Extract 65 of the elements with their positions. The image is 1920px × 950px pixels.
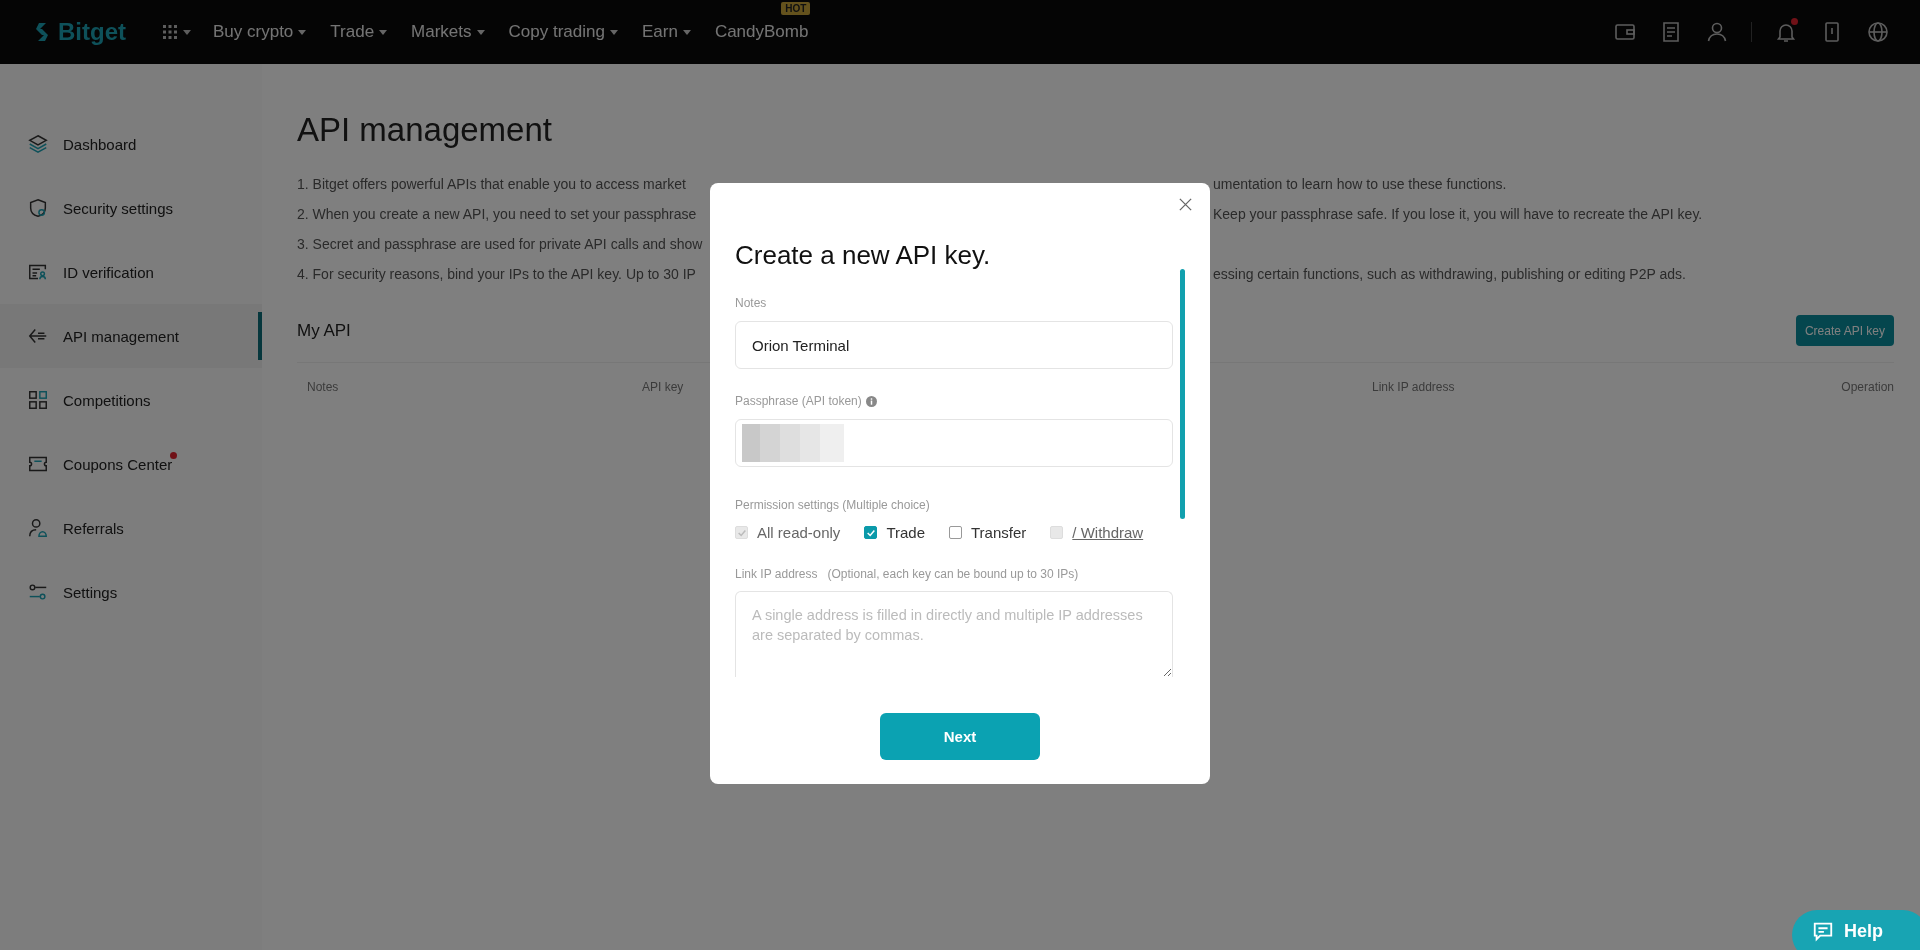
create-api-key-button[interactable]: Create API key: [1795, 315, 1894, 346]
close-icon[interactable]: [1178, 197, 1193, 212]
hot-badge: HOT: [781, 2, 811, 15]
column-header: Notes: [307, 380, 339, 394]
intro-text: 4. For security reasons, bind your IPs to the API key. Up to 30 IP: [297, 266, 697, 282]
intro-text: 2. When you create a new API, you need to set your passphrase: [297, 206, 698, 222]
user-icon[interactable]: [1705, 20, 1729, 44]
field-hint: (Optional, each key can be bound up to 30 IPs): [827, 566, 1079, 582]
info-icon[interactable]: [865, 395, 877, 407]
grid-icon: [162, 24, 178, 40]
sidebar-item[interactable]: Referrals: [0, 496, 262, 560]
nav-link[interactable]: Buy crypto: [213, 22, 307, 42]
apps-menu[interactable]: [162, 24, 191, 40]
column-header: API key: [642, 380, 684, 394]
layers-icon: [27, 133, 49, 155]
shield-icon: [27, 197, 49, 219]
grid-icon: [27, 389, 49, 411]
caret-icon: [183, 29, 191, 35]
caret-icon: [298, 29, 307, 35]
ip-address-field[interactable]: A single address is filled in directly and multiple IP addresses are separated by commas.: [735, 591, 1173, 677]
sidebar-item[interactable]: Dashboard: [0, 112, 262, 176]
column-header: Link IP address: [1372, 380, 1455, 394]
people-icon: [27, 517, 49, 539]
caret-icon: [682, 29, 691, 35]
intro-text: 1. Bitget offers powerful APIs that enable you to access market: [297, 176, 687, 192]
caret-icon: [476, 29, 485, 35]
globe-icon[interactable]: [1866, 20, 1890, 44]
permission-checkbox[interactable]: Transfer: [949, 524, 1027, 541]
sidebar-item[interactable]: Coupons Center: [0, 432, 262, 496]
intro-text: Keep your passphrase safe. If you lose it, you will have to recreate the API key.: [1213, 206, 1703, 222]
field-label: Permission settings (Multiple choice): [735, 497, 931, 513]
sidebar-item[interactable]: Competitions: [0, 368, 262, 432]
field-value: Orion Terminal: [752, 336, 850, 354]
nav-link[interactable]: Earn: [641, 22, 691, 42]
sliders-icon: [27, 581, 49, 603]
checkbox[interactable]: [949, 526, 962, 539]
chat-icon: [1812, 920, 1834, 942]
sidebar-item[interactable]: Security settings: [0, 176, 262, 240]
field-label: Link IP address: [735, 566, 818, 582]
field-label: Notes: [735, 295, 768, 311]
nav-link[interactable]: CandyBomb: [714, 22, 809, 42]
scrollbar[interactable]: [1180, 269, 1185, 519]
nav-link[interactable]: Trade: [330, 22, 388, 42]
logo-text: Bitget: [58, 18, 126, 46]
section-title: My API: [297, 320, 351, 341]
caret-icon: [609, 29, 618, 35]
sidebar-item[interactable]: API management: [0, 304, 262, 368]
sidebar-item[interactable]: ID verification: [0, 240, 262, 304]
field-label: Passphrase (API token): [735, 393, 862, 409]
intro-text: umentation to learn how to use these functions.: [1213, 176, 1507, 192]
intro-text: 3. Secret and passphrase are used for private API calls and show: [297, 236, 704, 252]
passphrase-field[interactable]: [735, 419, 1173, 467]
intro-text: essing certain functions, such as withdrawing, publishing or editing P2P ads.: [1213, 266, 1686, 282]
next-button[interactable]: Next: [880, 713, 1040, 760]
permission-checkbox[interactable]: Trade: [864, 524, 925, 541]
column-header: Operation: [1841, 380, 1894, 394]
sidebar-item[interactable]: Settings: [0, 560, 262, 624]
help-button[interactable]: Help: [1792, 910, 1920, 950]
page-title: API management: [297, 110, 553, 150]
checkbox[interactable]: [864, 526, 878, 539]
nav-link[interactable]: Copy trading: [508, 22, 618, 42]
nav-link[interactable]: Markets: [411, 22, 485, 42]
caret-icon: [379, 29, 388, 35]
notes-field[interactable]: Orion Terminal: [735, 321, 1173, 369]
modal-title: Create a new API key.: [735, 239, 991, 272]
